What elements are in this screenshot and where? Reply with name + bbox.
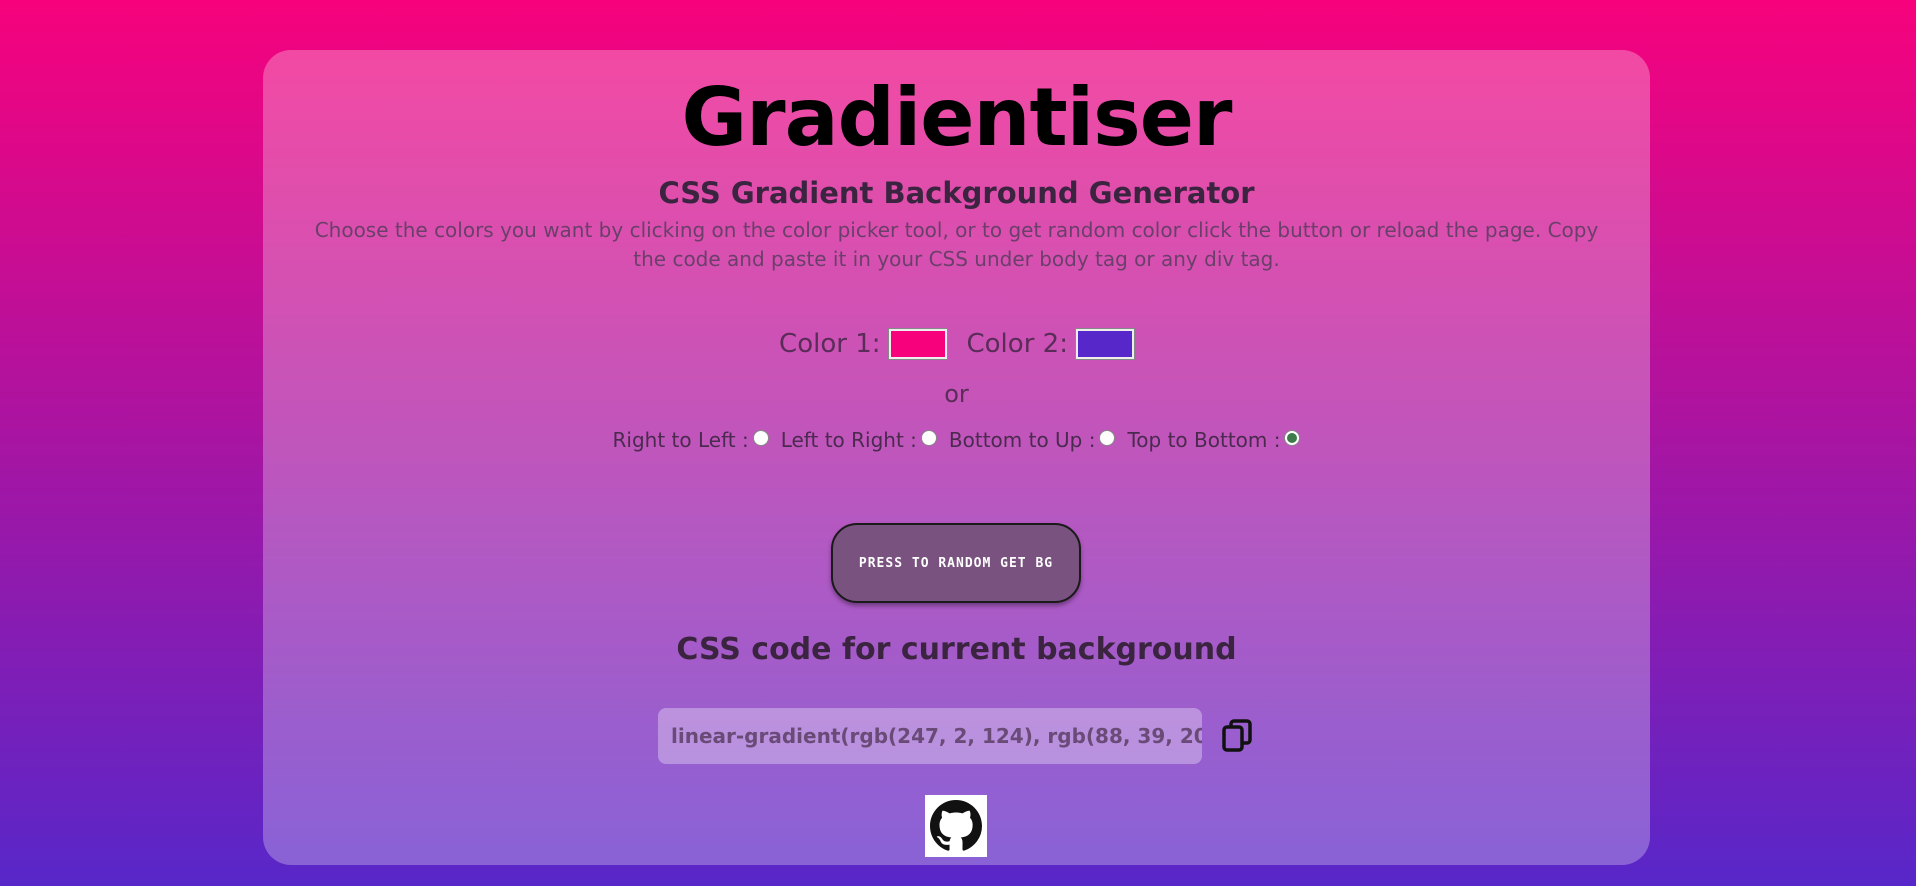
- direction-radio-bottom-to-up[interactable]: [1099, 430, 1116, 446]
- copy-icon[interactable]: [1218, 716, 1258, 756]
- direction-label: Bottom to Up :: [948, 428, 1096, 452]
- color1-label: Color 1:: [779, 329, 881, 359]
- direction-top-to-bottom: Top to Bottom :: [1127, 428, 1301, 452]
- direction-radio-top-to-bottom[interactable]: [1284, 430, 1301, 446]
- app-title: Gradientiser: [681, 71, 1233, 164]
- direction-right-to-left: Right to Left :: [613, 428, 769, 452]
- direction-options: Right to Left : Left to Right : Bottom t…: [263, 424, 1650, 456]
- code-heading: CSS code for current background: [676, 632, 1237, 667]
- direction-radio-right-to-left[interactable]: [752, 430, 769, 446]
- main-card: Gradientiser CSS Gradient Background Gen…: [263, 50, 1650, 865]
- direction-bottom-to-up: Bottom to Up :: [949, 428, 1116, 452]
- or-label: or: [944, 380, 969, 408]
- github-logo-icon: [930, 800, 982, 851]
- instructions-text: Choose the colors you want by clicking o…: [314, 218, 1599, 271]
- color2-picker[interactable]: [1074, 328, 1135, 360]
- css-code-output[interactable]: linear-gradient(rgb(247, 2, 124), rgb(88…: [658, 708, 1202, 764]
- direction-radio-left-to-right[interactable]: [920, 430, 937, 446]
- direction-label: Right to Left :: [612, 428, 749, 452]
- color1-picker[interactable]: [887, 328, 948, 360]
- code-row: linear-gradient(rgb(247, 2, 124), rgb(88…: [658, 708, 1258, 764]
- github-icon[interactable]: [925, 795, 987, 857]
- color-pickers-row: Color 1: Color 2:: [263, 324, 1650, 364]
- random-background-button[interactable]: PRESS TO RANDOM GET BG: [831, 523, 1081, 603]
- color2-label: Color 2:: [966, 329, 1068, 359]
- direction-label: Left to Right :: [780, 428, 917, 452]
- direction-label: Top to Bottom :: [1127, 428, 1281, 452]
- app-subtitle: CSS Gradient Background Generator: [658, 176, 1255, 210]
- direction-left-to-right: Left to Right :: [781, 428, 937, 452]
